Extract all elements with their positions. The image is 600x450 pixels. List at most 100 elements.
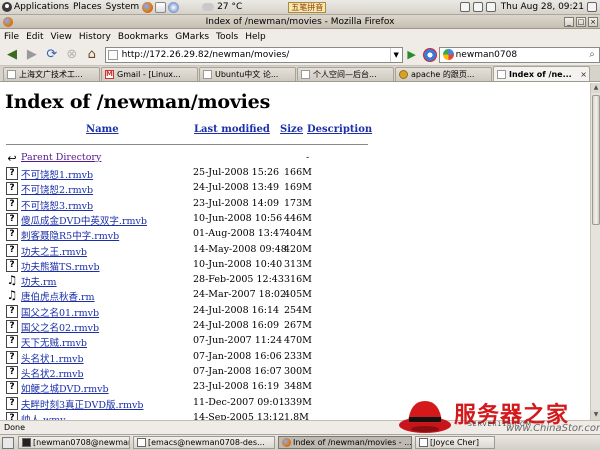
file-link[interactable]: 天下无贼.rmvb (21, 335, 87, 349)
file-size: 339M (284, 396, 312, 408)
power-icon[interactable] (587, 2, 597, 12)
file-link[interactable]: 不可饶恕3.rmvb (21, 198, 93, 212)
page-icon (7, 70, 16, 79)
input-method-indicator[interactable]: 五笔拼音 (288, 1, 327, 13)
minimize-button[interactable]: _ (564, 17, 574, 27)
parent-directory-link[interactable]: Parent Directory (21, 152, 101, 163)
window-icon (419, 438, 428, 447)
forward-button[interactable]: ▶ (23, 46, 41, 64)
url-bar[interactable]: ▼ (104, 46, 403, 63)
tab-shanghai[interactable]: 上海文广技术工... (3, 67, 100, 81)
show-desktop-icon[interactable] (2, 436, 14, 449)
file-link[interactable]: 功夫熊猫TS.rmvb (21, 259, 100, 273)
sort-by-modified-link[interactable]: Last modified (194, 124, 270, 135)
file-link[interactable]: 唐伯虎点秋香.rm (21, 289, 95, 303)
close-tab-icon[interactable]: × (580, 70, 587, 79)
menu-gmarks[interactable]: GMarks (175, 32, 209, 42)
tab-personal-space[interactable]: 个人空间—后台... (297, 67, 394, 81)
task-joyce[interactable]: [Joyce Cher] (415, 436, 495, 449)
help-launcher-icon[interactable] (168, 1, 180, 13)
unknown-file-icon: ? (6, 228, 18, 242)
tab-gmail[interactable]: M Gmail - [Linux... (101, 67, 198, 81)
gmarks-target-icon[interactable] (422, 47, 437, 62)
sort-by-name-link[interactable]: Name (86, 124, 119, 135)
tab-ubuntu[interactable]: Ubuntu中文 论... (199, 67, 296, 81)
file-link[interactable]: 头名状2.rmvb (21, 366, 84, 380)
unknown-file-icon: ? (6, 411, 18, 420)
task-terminal[interactable]: [newman0708@newman0... (18, 436, 130, 449)
url-dropdown-icon[interactable]: ▼ (389, 47, 402, 62)
panel-clock[interactable]: Thu Aug 28, 09:21 (501, 2, 584, 12)
reload-button[interactable]: ⟳ (43, 46, 61, 64)
menu-file[interactable]: File (4, 32, 19, 42)
unknown-file-icon: ? (6, 350, 18, 364)
applications-menu[interactable]: Applications (0, 0, 71, 15)
header-divider (6, 144, 368, 145)
tray-app-icon[interactable] (459, 2, 470, 12)
scroll-thumb[interactable] (592, 95, 600, 225)
go-button[interactable]: ▶ (405, 48, 419, 62)
file-size: 446M (284, 212, 312, 224)
search-box[interactable]: ⌕ (438, 46, 600, 63)
maximize-button[interactable]: □ (576, 17, 586, 27)
file-row: ? 天下无贼.rmvb 07-Jun-2007 11:24 470M (6, 334, 368, 349)
tab-bar: 上海文广技术工... M Gmail - [Linux... Ubuntu中文 论… (0, 66, 600, 82)
file-link[interactable]: 如鲠之城DVD.rmvb (21, 381, 109, 395)
volume-icon[interactable] (485, 2, 496, 12)
unknown-file-icon: ? (6, 182, 18, 196)
places-menu[interactable]: Places (71, 0, 104, 15)
tab-label: 个人空间—后台... (313, 70, 377, 79)
menu-help[interactable]: Help (245, 32, 266, 42)
file-link[interactable]: 帅人.wmv (21, 412, 66, 420)
firefox-window-icon[interactable] (3, 17, 13, 27)
close-window-button[interactable]: × (588, 17, 598, 27)
back-button[interactable]: ◀ (3, 46, 21, 64)
sort-by-description-link[interactable]: Description (307, 124, 372, 135)
search-magnifier-icon[interactable]: ⌕ (585, 49, 599, 60)
file-link[interactable]: 功夫.rm (21, 274, 57, 288)
scroll-down-icon[interactable]: ▼ (591, 410, 600, 420)
file-size: 169M (284, 182, 312, 194)
file-row: ? 夫畔时刻3真正DVD版.rmvb 11-Dec-2007 09:01 339M (6, 396, 368, 411)
file-link[interactable]: 不可饶恕2.rmvb (21, 182, 93, 196)
file-date: 07-Jan-2008 16:07 (193, 365, 282, 377)
task-firefox[interactable]: Index of /newman/movies - ... (278, 436, 412, 449)
file-link[interactable]: 功夫之王.rmvb (21, 244, 87, 258)
file-link[interactable]: 国父之名01.rmvb (21, 305, 99, 319)
vertical-scrollbar[interactable]: ▲ ▼ (590, 83, 600, 420)
task-label: [Joyce Cher] (430, 438, 479, 447)
file-link[interactable]: 不可饶恕1.rmvb (21, 167, 93, 181)
home-button[interactable]: ⌂ (83, 46, 101, 64)
tab-apache[interactable]: apache 的跟页... (395, 67, 492, 81)
file-link[interactable]: 夫畔时刻3真正DVD版.rmvb (21, 397, 144, 411)
menu-view[interactable]: View (51, 32, 72, 42)
file-link[interactable]: 头名状1.rmvb (21, 351, 84, 365)
stop-button[interactable]: ⊗ (63, 46, 81, 64)
unknown-file-icon: ? (6, 243, 18, 257)
mail-launcher-icon[interactable] (155, 1, 167, 13)
task-emacs[interactable]: [emacs@newman0708-des... (133, 436, 275, 449)
page-content: Index of /newman/movies Name Last modifi… (0, 83, 590, 420)
firefox-launcher-icon[interactable] (142, 1, 154, 13)
google-search-engine-icon[interactable] (442, 49, 454, 60)
menu-history[interactable]: History (79, 32, 111, 42)
url-input[interactable] (121, 49, 390, 60)
window-titlebar[interactable]: Index of /newman/movies - Mozilla Firefo… (0, 15, 600, 29)
search-input[interactable] (455, 49, 576, 60)
file-link[interactable]: 傻瓜成金DVD中英双字.rmvb (21, 213, 147, 227)
file-link[interactable]: 刺客聂隐R5中字.rmvb (21, 228, 119, 242)
menu-tools[interactable]: Tools (216, 32, 238, 42)
tab-index-of-movies[interactable]: Index of /ne... × (493, 66, 590, 81)
sort-by-size-link[interactable]: Size (280, 124, 303, 135)
menu-edit[interactable]: Edit (26, 32, 43, 42)
scroll-up-icon[interactable]: ▲ (591, 83, 600, 93)
file-date: 01-Aug-2008 13:47 (193, 228, 286, 240)
menu-bookmarks[interactable]: Bookmarks (118, 32, 168, 42)
menu-bar: File Edit View History Bookmarks GMarks … (0, 29, 600, 44)
weather-applet[interactable]: 27 °C (202, 2, 242, 12)
weather-temperature: 27 °C (217, 2, 243, 12)
file-link[interactable]: 国父之名02.rmvb (21, 320, 99, 334)
system-menu[interactable]: System (104, 0, 142, 15)
network-icon[interactable] (472, 2, 483, 12)
cloud-icon (202, 3, 215, 11)
